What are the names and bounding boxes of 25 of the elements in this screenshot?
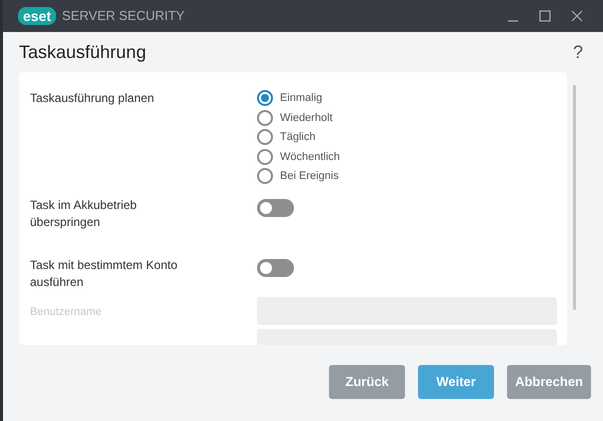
radio-button[interactable] [257,129,273,146]
scrollbar[interactable] [573,85,576,310]
radio-label: Wiederholt [280,110,333,126]
maximize-icon[interactable] [539,10,551,22]
radio-button[interactable] [257,148,273,165]
dialog-button[interactable]: Zurück [329,364,406,398]
radio-button[interactable] [257,168,273,184]
schedule-label: Taskausführung planen [30,90,156,107]
radio-label: Einmalig [280,91,322,106]
radio-button[interactable] [257,110,273,126]
toggle-switch[interactable] [257,198,294,216]
toggle-switch[interactable] [257,258,294,276]
radio-label: Wöchentlich [280,150,340,164]
close-icon[interactable] [571,10,583,22]
page-title: Taskausführung [19,40,146,64]
radio-button[interactable] [257,90,273,106]
dialog-button[interactable]: Weiter [418,364,494,398]
window-title: SERVER SECURITY [62,7,185,26]
logo: eset [18,7,56,25]
help-icon[interactable]: ? [572,38,583,66]
toggle-label: Task mit bestimmtem Konto ausführen [30,256,178,290]
toggle-label: Task im Akkubetrieb überspringen [30,196,138,230]
radio-label: Täglich [280,130,316,145]
radio-label: Bei Ereignis [280,169,339,184]
dialog-button[interactable]: Abbrechen [507,364,591,398]
